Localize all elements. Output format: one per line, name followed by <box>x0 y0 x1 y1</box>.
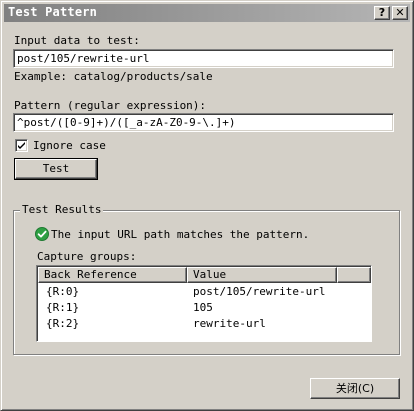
input-example-text: Example: catalog/products/sale <box>14 70 213 83</box>
back-reference-cell: {R:1} <box>46 301 80 314</box>
close-window-button[interactable]: ✕ <box>392 6 408 20</box>
help-button[interactable]: ? <box>374 6 390 20</box>
ignore-case-label: Ignore case <box>33 139 106 152</box>
close-icon: ✕ <box>395 6 405 19</box>
column-value[interactable]: Value <box>187 267 337 283</box>
ignore-case-checkbox[interactable] <box>15 139 28 152</box>
test-results-title: Test Results <box>20 203 104 216</box>
match-status-message: The input URL path matches the pattern. <box>51 228 310 241</box>
value-cell: 105 <box>193 301 213 314</box>
dialog-title: Test Pattern <box>8 5 98 19</box>
column-filler <box>337 267 371 283</box>
capture-groups-label: Capture groups: <box>37 250 137 263</box>
help-icon: ? <box>378 6 386 19</box>
input-data-label: Input data to test: <box>14 34 140 47</box>
test-button[interactable]: Test <box>14 158 98 180</box>
checkmark-icon <box>18 142 25 149</box>
pattern-label: Pattern (regular expression): <box>14 99 207 112</box>
column-back-reference[interactable]: Back Reference <box>38 267 187 283</box>
input-data-field[interactable]: post/105/rewrite-url <box>13 49 394 68</box>
list-header: Back Reference Value <box>38 267 371 283</box>
value-cell: rewrite-url <box>193 317 266 330</box>
title-bar[interactable]: Test Pattern ? ✕ <box>4 4 410 22</box>
check-circle-icon <box>35 227 49 241</box>
pattern-field[interactable]: ^post/([0-9]+)/([_a-zA-Z0-9-\.]+) <box>13 113 394 132</box>
value-cell: post/105/rewrite-url <box>193 285 326 298</box>
capture-groups-list[interactable]: Back Reference Value {R:0} post/105/rewr… <box>36 265 372 342</box>
back-reference-cell: {R:0} <box>46 285 80 298</box>
close-button[interactable]: 关闭(C) <box>310 378 400 399</box>
back-reference-cell: {R:2} <box>46 317 80 330</box>
test-pattern-dialog: Test Pattern ? ✕ Input data to test: pos… <box>0 0 414 411</box>
